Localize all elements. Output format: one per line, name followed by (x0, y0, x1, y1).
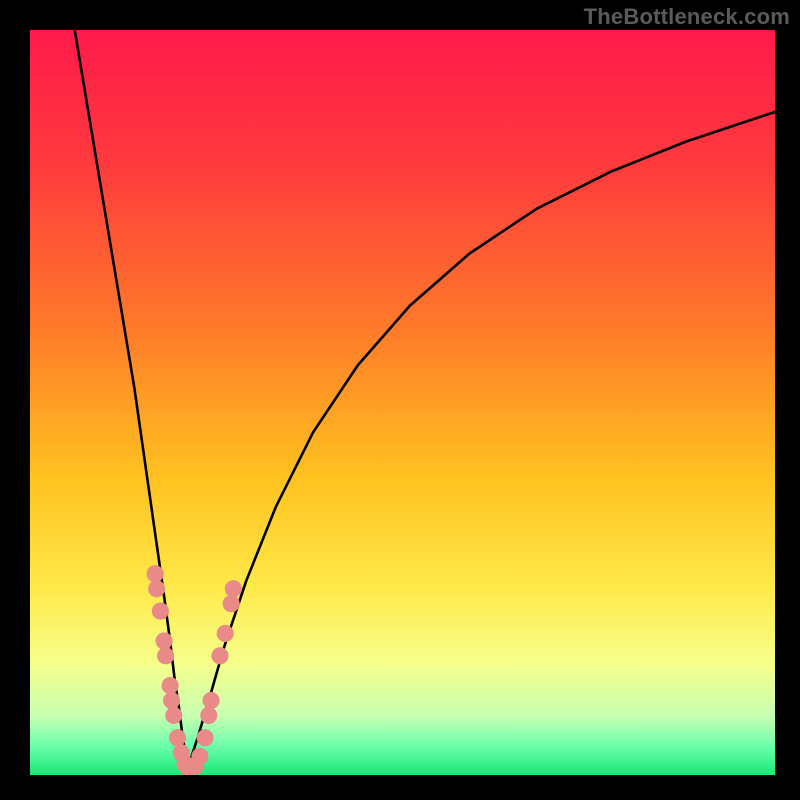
data-marker (152, 603, 169, 620)
data-marker (197, 729, 214, 746)
chart-frame: TheBottleneck.com (0, 0, 800, 800)
data-marker (161, 677, 178, 694)
data-marker (156, 632, 173, 649)
data-marker (225, 580, 242, 597)
curve-right-branch (188, 112, 775, 768)
marker-group (147, 565, 242, 775)
data-marker (200, 707, 217, 724)
data-marker (147, 565, 164, 582)
data-marker (202, 692, 219, 709)
data-marker (211, 647, 228, 664)
data-marker (217, 625, 234, 642)
data-marker (157, 647, 174, 664)
plot-area (30, 30, 775, 775)
data-marker (163, 692, 180, 709)
curve-layer (30, 30, 775, 775)
data-marker (148, 580, 165, 597)
data-marker (191, 748, 208, 765)
attribution-watermark: TheBottleneck.com (584, 4, 790, 30)
data-marker (223, 595, 240, 612)
data-marker (169, 729, 186, 746)
data-marker (165, 707, 182, 724)
series-group (75, 30, 775, 768)
